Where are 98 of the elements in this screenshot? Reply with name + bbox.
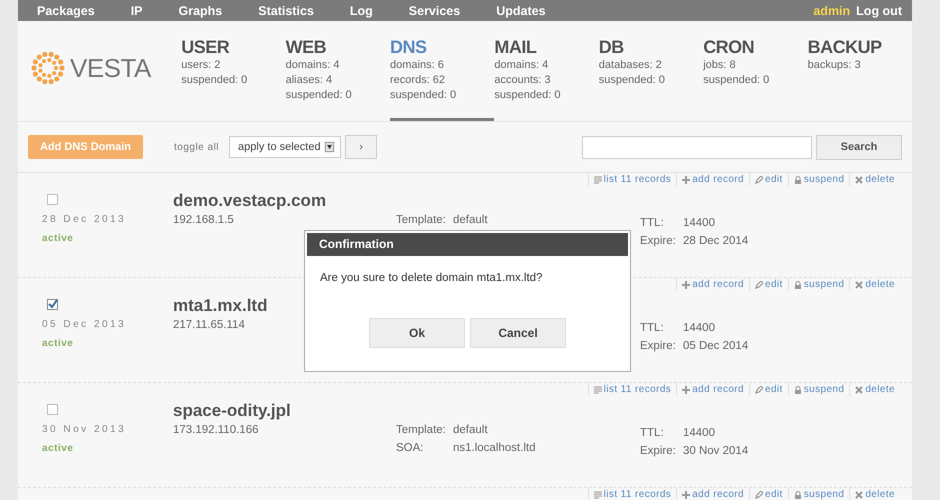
dialog-button[interactable]: Ok (369, 318, 465, 348)
stat-tab[interactable]: MAIL domains: 4 accounts: 3 suspended: 0 (494, 21, 599, 121)
menu-link[interactable]: IP (130, 4, 142, 18)
caret-icon (325, 142, 334, 152)
date-text: 05 Dec 2013 (42, 319, 128, 330)
action-link[interactable]: suspend (788, 278, 850, 291)
logo-text: VESTA (70, 52, 151, 84)
field-value: ns1.localhost.ltd (453, 441, 536, 456)
dialog-message: Are you sure to delete domain mta1.mx.ltd? (319, 271, 544, 284)
list-icon (594, 490, 602, 498)
status-text: active (42, 338, 74, 349)
lock-icon (794, 386, 802, 394)
field-label: TTL: (640, 216, 665, 231)
stat-tab[interactable]: BACKUP backups: 3 (808, 21, 912, 121)
close-icon (855, 490, 864, 498)
action-link[interactable]: list 11 records (588, 383, 676, 396)
domain-name: mta1.mx.ltd (173, 295, 268, 317)
field-value: 28 Dec 2014 (683, 234, 748, 249)
search-button[interactable]: Search (816, 134, 902, 160)
field-value: 14400 (683, 426, 715, 441)
field-label: TTL: (640, 321, 665, 336)
pencil-icon (755, 490, 763, 498)
lock-icon (794, 176, 802, 184)
date-text: 30 Nov 2013 (42, 424, 128, 435)
action-link[interactable]: suspend (788, 488, 850, 500)
list-icon (594, 176, 602, 184)
action-link[interactable]: list 11 records (588, 488, 676, 500)
lock-icon (794, 490, 802, 498)
status-text: active (42, 233, 74, 244)
close-icon (855, 386, 864, 394)
dialog-button[interactable]: Cancel (470, 318, 566, 348)
ip-address: 192.168.1.5 (173, 214, 235, 226)
action-link[interactable]: list 11 records (588, 173, 676, 186)
domain-name: demo.vestacp.com (173, 190, 328, 212)
plus-icon (682, 280, 690, 288)
field-label: TTL: (640, 426, 665, 441)
field-value: 14400 (683, 321, 715, 336)
stat-tab[interactable]: DNS domains: 6 records: 62 suspended: 0 (390, 21, 494, 121)
pencil-icon (755, 176, 763, 184)
field-value: 30 Nov 2014 (683, 444, 748, 459)
field-label: Expire: (640, 234, 677, 249)
menu-link[interactable]: Services (408, 4, 460, 18)
action-link[interactable]: delete (849, 173, 900, 186)
stat-tab[interactable]: CRON jobs: 8 suspended: 0 (703, 21, 808, 121)
action-link[interactable]: suspend (788, 383, 850, 396)
close-icon (855, 280, 864, 288)
apply-button[interactable]: › (345, 135, 378, 159)
action-link[interactable]: edit (749, 173, 788, 186)
domain-name: space-odity.jpl (173, 400, 292, 422)
field-label: Template: (396, 213, 447, 228)
logout-link[interactable]: Log out (856, 4, 902, 18)
ip-address: 173.192.110.166 (173, 424, 260, 436)
action-link[interactable]: add record (676, 278, 749, 291)
pencil-icon (755, 280, 763, 288)
plus-icon (682, 386, 690, 394)
field-value: 14400 (683, 216, 715, 231)
field-label: SOA: (396, 441, 424, 456)
stat-tab[interactable]: WEB domains: 4 aliases: 4 suspended: 0 (286, 21, 390, 121)
lock-icon (794, 280, 802, 288)
menu-link[interactable]: Graphs (178, 4, 222, 18)
menu-link[interactable]: Log (350, 4, 373, 18)
field-value: default (453, 213, 488, 228)
field-label: Expire: (640, 444, 677, 459)
field-value: 05 Dec 2014 (683, 339, 748, 354)
list-icon (594, 386, 602, 394)
checkbox[interactable] (47, 404, 58, 415)
field-value: default (453, 423, 488, 438)
action-link[interactable]: add record (676, 488, 749, 500)
user-link[interactable]: admin (813, 4, 850, 18)
menu-link[interactable]: Updates (496, 4, 546, 18)
search-field[interactable] (582, 136, 812, 158)
close-icon (855, 176, 864, 184)
menu-link[interactable]: Packages (37, 4, 95, 18)
action-link[interactable]: edit (749, 383, 788, 396)
action-link[interactable]: edit (749, 488, 788, 500)
menu-link[interactable]: Statistics (258, 4, 314, 18)
plus-icon (682, 176, 690, 184)
stat-tab[interactable]: DB databases: 2 suspended: 0 (598, 21, 704, 121)
pencil-icon (755, 386, 763, 394)
action-link[interactable]: delete (849, 488, 900, 500)
ip-address: 217.11.65.114 (173, 319, 246, 331)
action-link[interactable]: suspend (788, 173, 850, 186)
action-link[interactable]: delete (849, 278, 900, 291)
action-link[interactable]: add record (676, 383, 749, 396)
field-label: Template: (396, 423, 447, 438)
field-label: Expire: (640, 339, 677, 354)
action-select[interactable]: apply to selected (229, 136, 342, 158)
date-text: 28 Dec 2013 (42, 214, 128, 225)
action-link[interactable]: edit (749, 278, 788, 291)
status-text: active (42, 443, 74, 454)
checkbox[interactable] (47, 194, 58, 205)
action-link[interactable]: add record (676, 173, 749, 186)
dialog-title: Confirmation (307, 233, 628, 256)
action-link[interactable]: delete (849, 383, 900, 396)
logo-icon (30, 50, 66, 86)
checkbox[interactable] (47, 299, 58, 310)
plus-icon (682, 490, 690, 498)
toggle-all-link[interactable]: toggle all (174, 142, 220, 152)
